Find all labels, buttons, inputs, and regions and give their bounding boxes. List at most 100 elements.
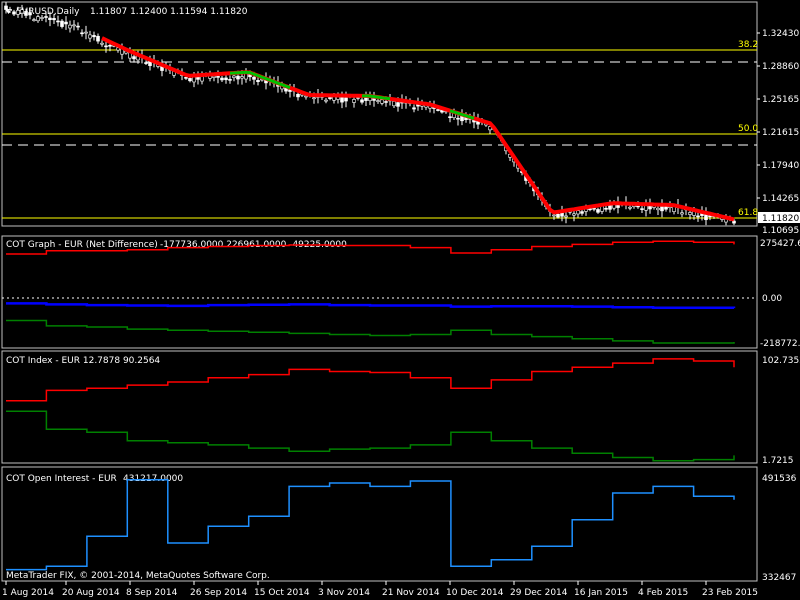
candle-body xyxy=(380,99,384,104)
candle-body xyxy=(396,102,400,107)
candle-body xyxy=(60,20,64,27)
candle-body xyxy=(680,212,684,215)
x-tick-label: 23 Feb 2015 xyxy=(702,588,758,598)
cot-graph-title: COT Graph - EUR (Net Difference) xyxy=(6,240,158,250)
price-tick: 1.28860 xyxy=(762,62,799,72)
cot-index-title: COT Index - EUR 12.7878 90.2564 xyxy=(6,356,160,366)
candle-body xyxy=(232,75,236,78)
cot-graph-tick: -218772.6 xyxy=(760,339,800,349)
cot-oi-tick: 491536 xyxy=(762,474,797,484)
candle-body xyxy=(52,18,56,21)
candle-body xyxy=(92,35,96,38)
candle-body xyxy=(688,212,692,215)
candle-body xyxy=(732,220,736,224)
candle-body xyxy=(228,79,232,81)
candle-body xyxy=(72,24,76,27)
price-tick: 1.10695 xyxy=(762,226,799,236)
x-tick-label: 4 Feb 2015 xyxy=(638,588,688,598)
fib-label-618: 61.8 xyxy=(738,208,758,218)
x-tick-label: 15 Oct 2014 xyxy=(254,588,310,598)
candle-body xyxy=(384,101,388,103)
candle-body xyxy=(576,210,580,215)
ohlc-values: 1.11807 1.12400 1.11594 1.11820 xyxy=(90,7,248,17)
candle-body xyxy=(96,35,100,42)
price-tick: 1.25165 xyxy=(762,95,799,105)
candle-body xyxy=(628,206,632,209)
candle-body xyxy=(44,16,48,18)
candle-body xyxy=(696,215,700,218)
candle-body xyxy=(596,209,600,213)
candle-body xyxy=(252,76,256,80)
candle-body xyxy=(412,107,416,110)
candle-body xyxy=(640,208,644,210)
x-tick-label: 1 Aug 2014 xyxy=(2,588,54,598)
trading-chart[interactable]: EURUSD,Daily 1.11807 1.12400 1.11594 1.1… xyxy=(0,0,800,600)
price-tick: 1.32430 xyxy=(762,29,799,39)
candle-body xyxy=(376,100,380,102)
candle-body xyxy=(56,20,60,23)
candle-body xyxy=(224,77,228,81)
x-tick-label: 16 Jan 2015 xyxy=(574,588,628,598)
cot-graph-tick: 275427.6 xyxy=(760,239,800,249)
candle-body xyxy=(40,17,44,19)
candle-body xyxy=(64,21,68,25)
price-tick: 1.21615 xyxy=(762,128,799,138)
candle-body xyxy=(20,9,24,14)
current-price-label: 1.11820 xyxy=(762,214,799,224)
candle-body xyxy=(32,19,36,21)
candle-body xyxy=(236,75,240,80)
candle-body xyxy=(48,17,52,21)
candle-body xyxy=(68,24,72,29)
cot-graph-tick: 0.00 xyxy=(762,294,782,304)
candle-body xyxy=(76,25,80,28)
candle-body xyxy=(456,117,460,120)
candle-body xyxy=(436,109,440,111)
candle-body xyxy=(256,80,260,82)
candle-body xyxy=(12,11,16,15)
candle-body xyxy=(4,5,8,10)
candle-body xyxy=(212,75,216,78)
candle-body xyxy=(312,97,316,100)
x-tick-label: 29 Dec 2014 xyxy=(510,588,568,598)
candle-body xyxy=(24,11,28,16)
candle-body xyxy=(564,215,568,218)
candle-body xyxy=(192,76,196,83)
candle-body xyxy=(556,213,560,218)
candle-body xyxy=(220,77,224,81)
fib-label-382: 38.2 xyxy=(738,40,758,50)
x-tick-label: 26 Sep 2014 xyxy=(190,588,247,598)
candle-body xyxy=(656,207,660,211)
candle-body xyxy=(352,99,356,103)
candle-body xyxy=(28,12,32,16)
candle-body xyxy=(240,76,244,79)
x-tick-label: 3 Nov 2014 xyxy=(318,588,370,598)
candle-body xyxy=(580,211,584,214)
candle-body xyxy=(184,77,188,79)
candle-body xyxy=(588,208,592,211)
candle-body xyxy=(340,97,344,103)
price-tick: 1.14265 xyxy=(762,194,799,204)
cot-oi-title: COT Open Interest - EUR xyxy=(6,474,117,484)
candle-body xyxy=(8,9,12,11)
candle-body xyxy=(216,76,220,78)
candle-body xyxy=(552,214,556,217)
candle-body xyxy=(572,213,576,216)
candle-body xyxy=(448,116,452,118)
fib-label-500: 50.0 xyxy=(738,124,758,134)
candle-body xyxy=(360,99,364,103)
candle-body xyxy=(296,93,300,98)
candle-body xyxy=(324,99,328,102)
cot-index-tick: 1.7215 xyxy=(762,456,794,466)
candle-body xyxy=(100,42,104,45)
candle-body xyxy=(604,207,608,210)
x-tick-label: 8 Sep 2014 xyxy=(126,588,178,598)
chart-background xyxy=(0,0,800,600)
candle-body xyxy=(188,78,192,82)
candle-body xyxy=(344,97,348,102)
copyright-label: MetaTrader FIX, © 2001-2014, MetaQuotes … xyxy=(6,571,270,581)
cot-index-tick: 102.7352 xyxy=(762,356,800,366)
candle-body xyxy=(108,44,112,47)
candle-body xyxy=(392,101,396,107)
x-tick-label: 21 Nov 2014 xyxy=(382,588,440,598)
candle-body xyxy=(84,31,88,34)
